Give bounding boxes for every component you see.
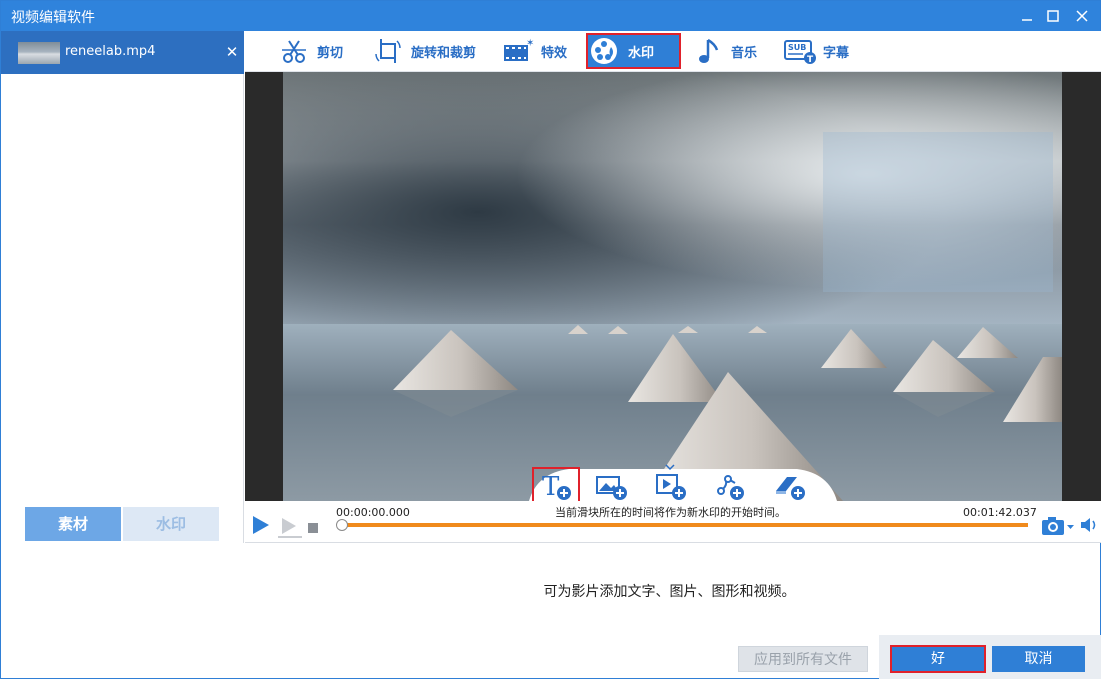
- play-icon: [253, 516, 269, 534]
- add-shape-icon: [717, 475, 744, 500]
- speaker-icon: [1081, 518, 1096, 532]
- add-eraser-button[interactable]: [773, 471, 807, 501]
- maximize-button[interactable]: [1038, 1, 1068, 31]
- tab-cut-label: 剪切: [317, 45, 344, 61]
- add-text-button[interactable]: T: [532, 467, 580, 505]
- add-shape-button[interactable]: [713, 471, 747, 501]
- timeline-track[interactable]: [342, 523, 1028, 527]
- rotate-crop-icon: [371, 34, 405, 68]
- subtitle-icon: SUB T: [783, 34, 817, 68]
- apply-all-files-button[interactable]: 应用到所有文件: [738, 646, 868, 672]
- svg-text:✶: ✶: [526, 38, 534, 49]
- video-frame: [283, 72, 1062, 501]
- volume-button[interactable]: [1079, 515, 1099, 535]
- window-title: 视频编辑软件: [11, 10, 95, 26]
- tab-music[interactable]: 音乐: [691, 33, 757, 69]
- stop-button[interactable]: [307, 519, 319, 533]
- timeline-hint: 当前滑块所在的时间将作为新水印的开始时间。: [555, 506, 786, 519]
- add-eraser-icon: [776, 477, 805, 500]
- music-note-icon: [691, 34, 725, 68]
- stop-icon: [308, 523, 318, 533]
- tab-material[interactable]: 素材: [25, 507, 121, 541]
- svg-text:T: T: [807, 55, 814, 65]
- tab-watermark-label: 水印: [628, 45, 655, 61]
- tab-watermark[interactable]: 水印: [586, 33, 681, 69]
- close-icon: [1076, 10, 1088, 22]
- tab-effects[interactable]: ✶ 特效: [501, 33, 567, 69]
- watermark-description: 可为影片添加文字、图片、图形和视频。: [543, 584, 796, 600]
- edit-toolbar: 剪切 旋转和裁剪 ✶ 特效 水印 音乐 SUB T 字幕: [245, 31, 1101, 72]
- svg-text:SUB: SUB: [788, 43, 806, 52]
- tab-rotate-crop[interactable]: 旋转和裁剪: [371, 33, 476, 69]
- video-preview: [245, 72, 1101, 501]
- file-list-panel: reneelab.mp4 ✕ 素材 水印: [1, 31, 244, 543]
- add-video-button[interactable]: [653, 463, 689, 501]
- tab-watermark-list[interactable]: 水印: [123, 507, 219, 541]
- video-thumbnail: [18, 42, 60, 64]
- snapshot-button[interactable]: [1041, 514, 1075, 536]
- add-image-icon: [596, 476, 627, 500]
- minimize-icon: [1022, 19, 1032, 21]
- tab-effects-label: 特效: [541, 45, 568, 61]
- cancel-button[interactable]: 取消: [992, 646, 1085, 672]
- timeline-slider-handle[interactable]: [336, 519, 348, 531]
- play-segment-icon: [278, 518, 302, 538]
- maximize-icon: [1047, 10, 1059, 22]
- tab-subtitle[interactable]: SUB T 字幕: [783, 33, 849, 69]
- add-video-icon: [656, 464, 686, 500]
- title-bar: 视频编辑软件: [1, 1, 1100, 31]
- file-list-item[interactable]: reneelab.mp4 ✕: [1, 31, 244, 74]
- effects-film-icon: ✶: [501, 34, 535, 68]
- playback-bar: 00:00:00.000 当前滑块所在的时间将作为新水印的开始时间。 00:01…: [245, 501, 1101, 543]
- watermark-tools-bar: T: [529, 463, 837, 505]
- add-image-button[interactable]: [595, 471, 629, 501]
- tab-cut[interactable]: 剪切: [277, 33, 343, 69]
- watermark-icon: [588, 34, 622, 68]
- close-button[interactable]: [1067, 1, 1097, 31]
- current-time: 00:00:00.000: [336, 506, 410, 519]
- add-text-icon: T: [542, 472, 571, 501]
- video-editor-window: 视频编辑软件 reneelab.mp4 ✕ 素材 水印 剪切 旋转和裁剪 ✶ 特…: [0, 0, 1101, 679]
- scissors-icon: [277, 34, 311, 68]
- file-name: reneelab.mp4: [65, 44, 156, 59]
- play-from-start-button[interactable]: [278, 516, 302, 538]
- tab-subtitle-label: 字幕: [823, 45, 850, 61]
- ok-button[interactable]: 好: [890, 645, 986, 673]
- total-time: 00:01:42.037: [963, 506, 1037, 519]
- camera-icon: [1042, 517, 1074, 535]
- tab-music-label: 音乐: [731, 45, 758, 61]
- tab-rotate-crop-label: 旋转和裁剪: [411, 45, 477, 61]
- play-button[interactable]: [251, 514, 271, 536]
- svg-text:T: T: [542, 472, 560, 501]
- remove-file-icon[interactable]: ✕: [223, 43, 241, 61]
